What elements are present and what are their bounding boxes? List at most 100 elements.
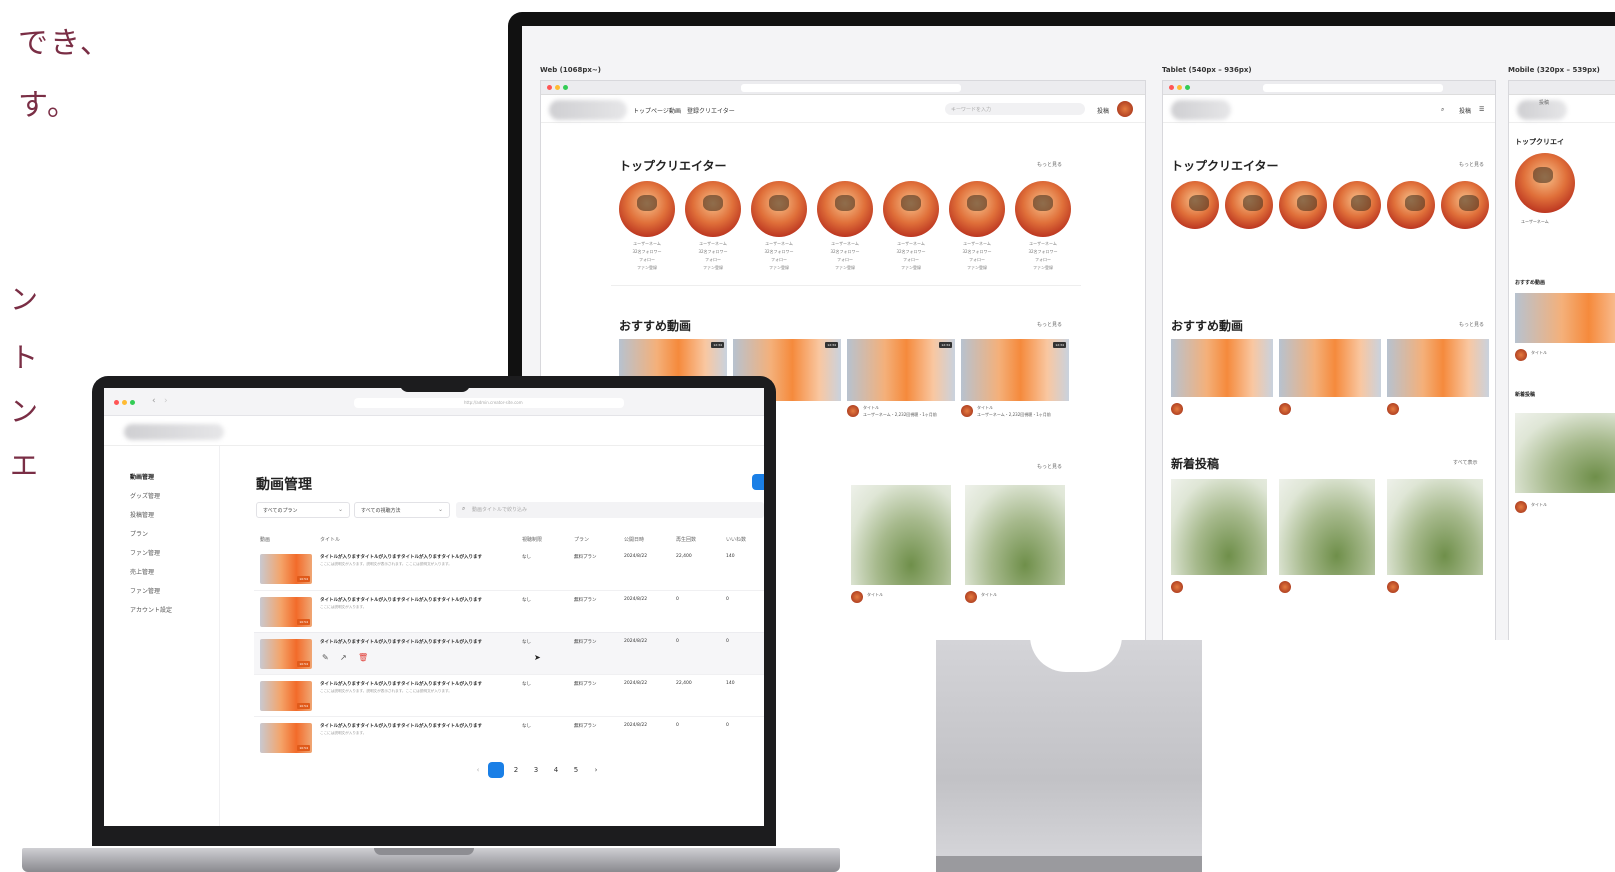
video-creator-avatar[interactable] xyxy=(1515,349,1527,361)
row-video-thumbnail[interactable]: 10:54 xyxy=(260,723,312,753)
creator-avatar[interactable] xyxy=(1333,181,1381,229)
primary-action-button[interactable] xyxy=(752,474,764,490)
web-search-input[interactable]: キーワードを入力 xyxy=(945,103,1085,115)
sidebar-item-plans[interactable]: プラン xyxy=(130,529,148,538)
site-logo[interactable] xyxy=(1171,100,1231,120)
fan-register-button[interactable]: ファン登録 xyxy=(1015,265,1071,271)
new-post-thumbnail[interactable] xyxy=(1279,479,1375,575)
post-creator-avatar[interactable] xyxy=(1279,581,1291,593)
fan-register-button[interactable]: ファン登録 xyxy=(619,265,675,271)
creator-avatar[interactable] xyxy=(751,181,807,237)
column-header-likes[interactable]: いいね数 xyxy=(726,536,746,543)
column-header-views[interactable]: 再生回数 xyxy=(676,536,696,543)
plan-filter-select[interactable]: すべてのプラン ⌄ xyxy=(256,502,350,518)
forward-arrow-icon[interactable]: › xyxy=(164,396,168,406)
close-dot-icon[interactable] xyxy=(547,85,552,90)
sidebar-item-posts[interactable]: 投稿管理 xyxy=(130,510,154,519)
creator-avatar[interactable] xyxy=(1225,181,1273,229)
creator-avatar[interactable] xyxy=(685,181,741,237)
mobile-post-button[interactable]: 投稿 xyxy=(1539,99,1549,106)
creator-avatar[interactable] xyxy=(1387,181,1435,229)
post-title[interactable]: タイトル xyxy=(981,592,997,598)
video-thumbnail[interactable]: 12:34 xyxy=(847,339,955,401)
fan-register-button[interactable]: ファン登録 xyxy=(883,265,939,271)
pagination-page-2[interactable]: 2 xyxy=(508,762,524,778)
creator-avatar[interactable] xyxy=(1441,181,1489,229)
follow-button[interactable]: フォロー xyxy=(685,257,741,263)
fan-register-button[interactable]: ファン登録 xyxy=(751,265,807,271)
follow-button[interactable]: フォロー xyxy=(817,257,873,263)
web-recommended-more[interactable]: もっと見る xyxy=(1037,321,1062,328)
post-creator-avatar[interactable] xyxy=(1515,501,1527,513)
post-creator-avatar[interactable] xyxy=(965,591,977,603)
video-thumbnail[interactable] xyxy=(1515,293,1615,343)
nav-creators[interactable]: 登録クリエイター xyxy=(687,106,735,115)
tablet-post-button[interactable]: 投稿 xyxy=(1459,106,1471,115)
nav-top[interactable]: トップページ xyxy=(633,106,669,115)
pagination-page-5[interactable]: 5 xyxy=(568,762,584,778)
post-creator-avatar[interactable] xyxy=(1171,581,1183,593)
edit-icon[interactable]: ✎ xyxy=(322,653,329,662)
creator-avatar[interactable] xyxy=(1015,181,1071,237)
video-title[interactable]: タイトル xyxy=(977,405,993,411)
new-post-thumbnail[interactable] xyxy=(1387,479,1483,575)
admin-url-bar[interactable]: http://admin.creator-site.com xyxy=(354,398,624,408)
web-post-button[interactable]: 投稿 xyxy=(1097,106,1109,115)
table-row-hovered[interactable]: 10:54 タイトルが入りますタイトルが入りますタイトルが入りますタイトルが入り… xyxy=(254,632,764,674)
trash-icon[interactable]: 🗑 xyxy=(358,653,368,662)
user-avatar[interactable] xyxy=(1117,101,1133,117)
table-row[interactable]: 10:54 タイトルが入りますタイトルが入りますタイトルが入りますタイトルが入り… xyxy=(254,590,764,632)
row-video-thumbnail[interactable]: 10:54 xyxy=(260,681,312,711)
site-logo[interactable] xyxy=(549,100,627,120)
tablet-top-creators-more[interactable]: もっと見る xyxy=(1459,161,1484,168)
tablet-recommended-more[interactable]: もっと見る xyxy=(1459,321,1484,328)
video-creator-avatar[interactable] xyxy=(1171,403,1183,415)
new-post-thumbnail[interactable] xyxy=(851,485,951,585)
post-title[interactable]: タイトル xyxy=(867,592,883,598)
pagination-next[interactable]: › xyxy=(588,762,604,778)
close-dot-icon[interactable] xyxy=(1169,85,1174,90)
sidebar-item-fan-management[interactable]: ファン管理 xyxy=(130,586,160,595)
row-video-thumbnail[interactable]: 10:54 xyxy=(260,639,312,669)
minimize-dot-icon[interactable] xyxy=(555,85,560,90)
fan-register-button[interactable]: ファン登録 xyxy=(949,265,1005,271)
column-header-plan[interactable]: プラン xyxy=(574,536,589,543)
admin-logo[interactable] xyxy=(124,424,224,440)
creator-avatar[interactable] xyxy=(619,181,675,237)
web-new-posts-more[interactable]: もっと見る xyxy=(1037,463,1062,470)
table-row[interactable]: 10:54 タイトルが入りますタイトルが入りますタイトルが入りますタイトルが入り… xyxy=(254,548,764,590)
column-header-published[interactable]: 公開日時 xyxy=(624,536,644,543)
table-row[interactable]: 10:54 タイトルが入りますタイトルが入りますタイトルが入りますタイトルが入り… xyxy=(254,716,764,758)
post-title[interactable]: タイトル xyxy=(1531,502,1547,508)
table-row[interactable]: 10:54 タイトルが入りますタイトルが入りますタイトルが入りますタイトルが入り… xyxy=(254,674,764,716)
nav-videos[interactable]: 動画 xyxy=(669,106,681,115)
video-thumbnail[interactable] xyxy=(1387,339,1489,397)
sidebar-item-account[interactable]: アカウント設定 xyxy=(130,605,172,614)
new-post-thumbnail[interactable] xyxy=(1515,413,1615,493)
viewing-filter-select[interactable]: すべての視聴方法 ⌄ xyxy=(354,502,450,518)
sidebar-item-fans[interactable]: ファン管理 xyxy=(130,548,160,557)
creator-avatar[interactable] xyxy=(1515,153,1575,213)
new-post-thumbnail[interactable] xyxy=(1171,479,1267,575)
creator-avatar[interactable] xyxy=(883,181,939,237)
creator-avatar[interactable] xyxy=(817,181,873,237)
video-thumbnail[interactable] xyxy=(1171,339,1273,397)
back-arrow-icon[interactable]: ‹ xyxy=(152,396,156,406)
post-creator-avatar[interactable] xyxy=(1387,581,1399,593)
creator-avatar[interactable] xyxy=(949,181,1005,237)
fan-register-button[interactable]: ファン登録 xyxy=(685,265,741,271)
tablet-url-bar[interactable] xyxy=(1263,84,1443,92)
video-creator-avatar[interactable] xyxy=(847,405,859,417)
maximize-dot-icon[interactable] xyxy=(1185,85,1190,90)
follow-button[interactable]: フォロー xyxy=(1015,257,1071,263)
video-title[interactable]: タイトル xyxy=(863,405,879,411)
follow-button[interactable]: フォロー xyxy=(619,257,675,263)
video-search-input[interactable]: ⌕ 動画タイトルで絞り込み xyxy=(456,502,764,518)
creator-avatar[interactable] xyxy=(1171,181,1219,229)
web-top-creators-more[interactable]: もっと見る xyxy=(1037,161,1062,168)
share-icon[interactable]: ↗ xyxy=(340,653,347,662)
row-video-thumbnail[interactable]: 10:54 xyxy=(260,554,312,584)
web-url-bar[interactable] xyxy=(741,84,961,92)
post-creator-avatar[interactable] xyxy=(851,591,863,603)
pagination-page-4[interactable]: 4 xyxy=(548,762,564,778)
